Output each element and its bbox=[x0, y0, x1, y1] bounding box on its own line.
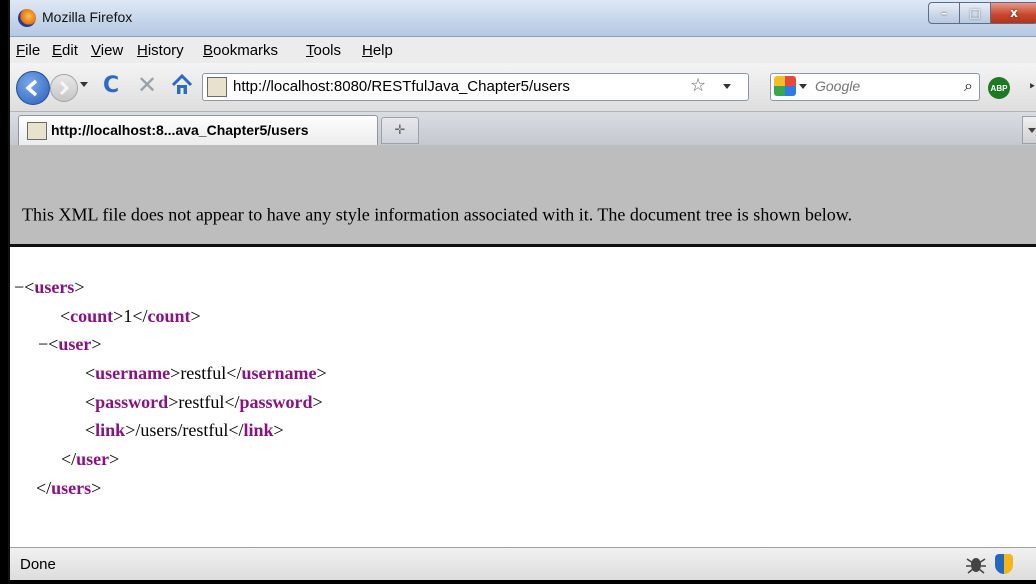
xml-line-count: <count>1</count> bbox=[60, 306, 201, 326]
shield-icon[interactable] bbox=[995, 554, 1013, 574]
tag-name: username bbox=[95, 363, 171, 383]
password-value: restful bbox=[178, 392, 225, 412]
url-bar[interactable]: ☆ bbox=[202, 73, 749, 101]
menu-view[interactable]: View bbox=[91, 42, 123, 59]
tab-favicon bbox=[27, 122, 47, 140]
home-icon[interactable] bbox=[170, 73, 194, 97]
tag-name: password bbox=[95, 392, 169, 412]
history-dropdown[interactable] bbox=[80, 82, 88, 87]
google-icon[interactable] bbox=[774, 76, 796, 96]
xml-line-username: <username>restful</username> bbox=[85, 363, 327, 383]
maximize-button[interactable]: □ bbox=[959, 2, 991, 24]
xml-line-users-open[interactable]: −<users> bbox=[14, 277, 84, 298]
link-value: /users/restful bbox=[135, 420, 229, 440]
menu-bar: File Edit View History Bookmarks Tools H… bbox=[10, 37, 1036, 63]
tag-name: link bbox=[243, 420, 274, 440]
tag-name: link bbox=[95, 420, 126, 440]
stop-icon[interactable]: ✕ bbox=[137, 71, 157, 99]
tab-strip: http://localhost:8...ava_Chapter5/users … bbox=[10, 112, 1036, 146]
xml-line-link: <link>/users/restful</link> bbox=[85, 420, 284, 440]
xml-document-tree: −<users> <count>1</count> −<user> <usern… bbox=[10, 247, 1036, 547]
tag-name: password bbox=[239, 392, 313, 412]
maximize-icon: □ bbox=[969, 6, 981, 20]
search-engine-dropdown[interactable] bbox=[799, 84, 807, 89]
menu-help[interactable]: Help bbox=[362, 42, 393, 59]
tag-name: users bbox=[34, 277, 75, 297]
xml-line-password: <password>restful</password> bbox=[85, 392, 323, 412]
new-tab-button[interactable]: ✛ bbox=[381, 117, 419, 144]
close-icon: x bbox=[1010, 6, 1018, 20]
tag-name: username bbox=[241, 363, 317, 383]
xml-style-notice: This XML file does not appear to have an… bbox=[10, 145, 1036, 247]
search-icon[interactable]: ⌕ bbox=[964, 76, 973, 96]
tab-users[interactable]: http://localhost:8...ava_Chapter5/users bbox=[18, 115, 378, 145]
menu-edit[interactable]: Edit bbox=[52, 42, 78, 59]
close-button[interactable]: x bbox=[990, 2, 1036, 24]
title-bar[interactable]: Mozilla Firefox – □ x bbox=[10, 0, 1036, 37]
reload-icon[interactable]: C bbox=[103, 73, 119, 98]
menu-bookmarks[interactable]: Bookmarks bbox=[203, 42, 278, 59]
tag-name: count bbox=[147, 306, 191, 326]
count-value: 1 bbox=[123, 306, 133, 326]
page-favicon bbox=[207, 77, 227, 97]
username-value: restful bbox=[180, 363, 227, 383]
navigation-toolbar: C ✕ ☆ ⌕ ABP ‣ bbox=[10, 63, 1036, 112]
search-input[interactable] bbox=[815, 77, 945, 95]
collapse-toggle[interactable]: − bbox=[38, 334, 48, 354]
minimize-icon: – bbox=[941, 6, 947, 20]
xml-line-user-close: </user> bbox=[61, 449, 120, 469]
bug-icon[interactable] bbox=[965, 554, 987, 574]
notice-text: This XML file does not appear to have an… bbox=[22, 204, 853, 225]
status-bar: Done bbox=[10, 547, 1036, 580]
forward-arrow-icon bbox=[59, 80, 70, 96]
tag-name: users bbox=[51, 478, 92, 498]
tag-name: count bbox=[70, 306, 114, 326]
window-title: Mozilla Firefox bbox=[42, 9, 133, 25]
browser-window: Mozilla Firefox – □ x File Edit View His… bbox=[8, 0, 1036, 580]
xml-line-user-open[interactable]: −<user> bbox=[38, 334, 101, 355]
url-dropdown[interactable] bbox=[723, 84, 731, 89]
status-text: Done bbox=[20, 556, 56, 573]
menu-history[interactable]: History bbox=[137, 42, 184, 59]
tag-name: user bbox=[76, 449, 110, 469]
collapse-toggle[interactable]: − bbox=[14, 277, 24, 297]
back-arrow-icon bbox=[25, 79, 38, 97]
menu-tools[interactable]: Tools bbox=[306, 42, 341, 59]
search-bar[interactable]: ⌕ bbox=[770, 73, 980, 101]
toolbar-overflow-icon[interactable]: ‣ bbox=[1028, 79, 1036, 95]
tab-list-button[interactable] bbox=[1022, 116, 1036, 144]
tag-name: user bbox=[58, 334, 92, 354]
menu-file[interactable]: File bbox=[16, 42, 40, 59]
tab-label: http://localhost:8...ava_Chapter5/users bbox=[51, 122, 309, 138]
url-input[interactable] bbox=[233, 77, 673, 95]
adblock-plus-icon[interactable]: ABP bbox=[988, 77, 1010, 99]
firefox-icon bbox=[18, 9, 36, 27]
window-controls: – □ x bbox=[928, 2, 1036, 24]
forward-button[interactable] bbox=[50, 74, 78, 102]
xml-line-users-close: </users> bbox=[36, 478, 102, 498]
back-button[interactable] bbox=[16, 71, 50, 105]
bookmark-star-icon[interactable]: ☆ bbox=[690, 75, 706, 96]
minimize-button[interactable]: – bbox=[928, 2, 960, 24]
